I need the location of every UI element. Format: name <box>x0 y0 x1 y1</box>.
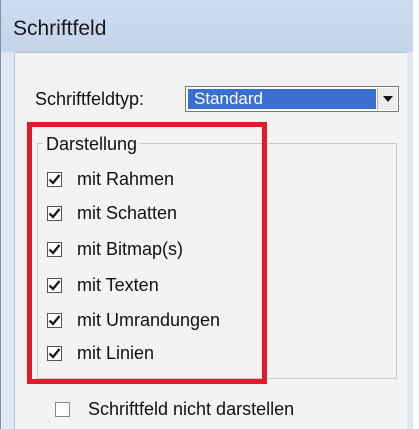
option-label: Schriftfeld nicht darstellen <box>88 398 295 419</box>
highlight-frame <box>27 122 267 384</box>
screenshot-canvas: Schriftfeld Schriftfeldtyp: Standard Dar… <box>0 0 419 429</box>
checkbox[interactable] <box>55 401 70 417</box>
title-bar[interactable]: Schriftfeld <box>1 0 413 52</box>
type-select-dropdown-button[interactable] <box>377 88 397 110</box>
window-title: Schriftfeld <box>13 17 107 40</box>
option-hide-title-block[interactable]: Schriftfeld nicht darstellen <box>55 399 294 419</box>
type-field-label: Schriftfeldtyp: <box>35 89 145 109</box>
chevron-down-icon <box>382 96 393 102</box>
type-select[interactable]: Standard <box>185 86 399 112</box>
type-select-value: Standard <box>188 89 376 109</box>
